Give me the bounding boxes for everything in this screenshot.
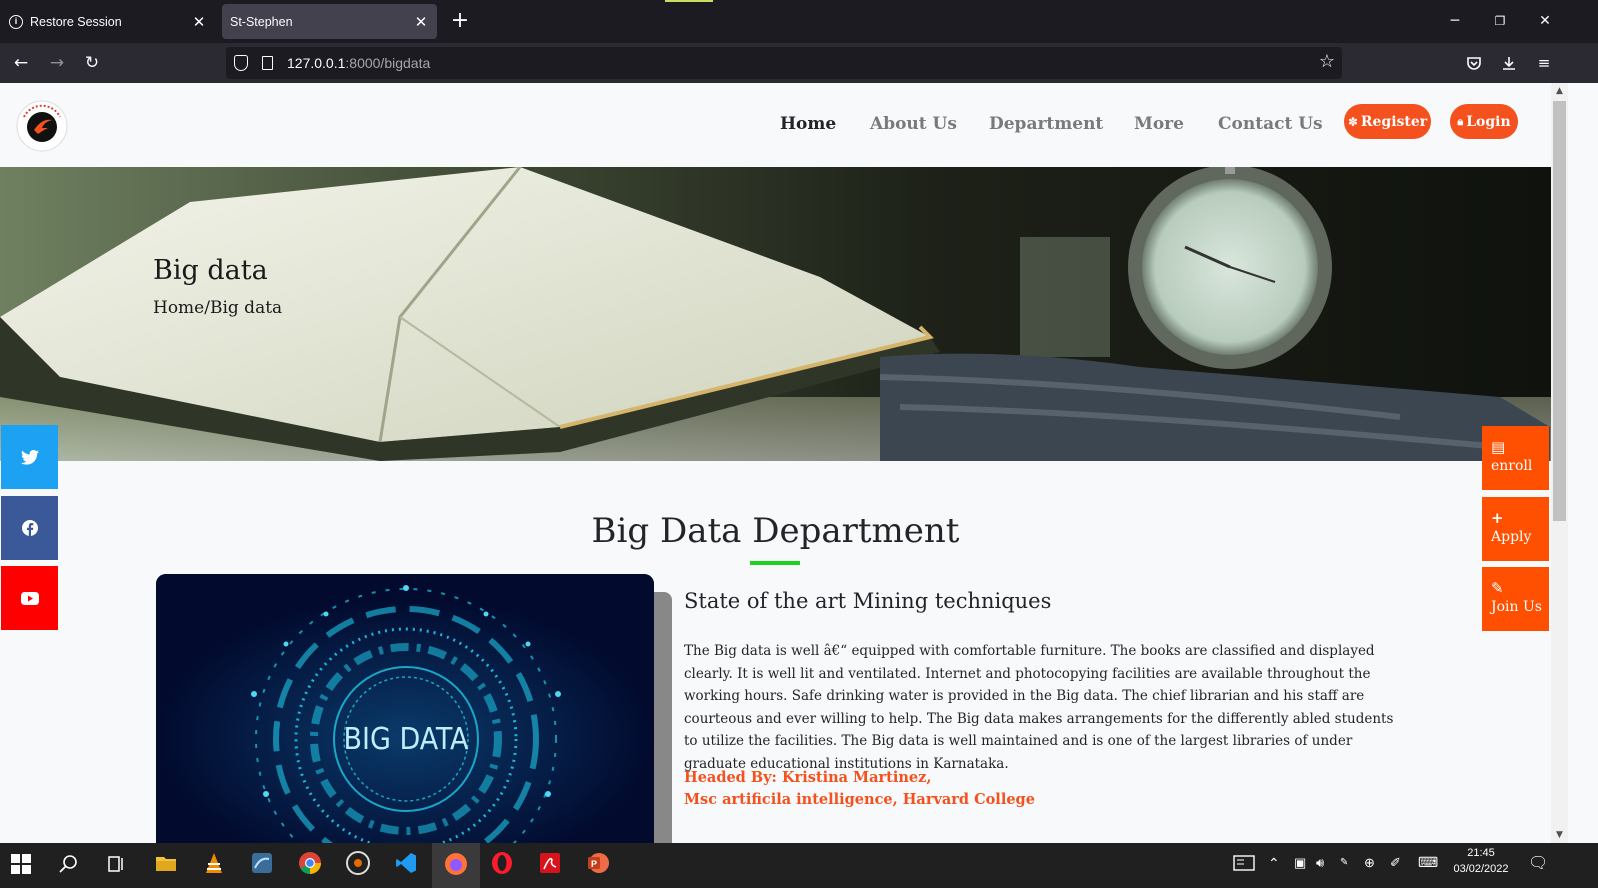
breadcrumb: Home/Big data <box>153 298 283 318</box>
pocket-icon[interactable] <box>1460 50 1488 76</box>
section-subtitle: State of the art Mining techniques <box>684 589 1052 613</box>
url-path: :8000/bigdata <box>345 55 431 71</box>
twitter-link[interactable] <box>1 425 58 489</box>
nav-contact-us[interactable]: Contact Us <box>1218 114 1323 134</box>
browser-nav-bar: ← → ↻ 127.0.0.1:8000/bigdata ☆ ≡ <box>0 43 1598 83</box>
task-view-icon[interactable] <box>106 854 126 874</box>
tab-st-stephen[interactable]: St-Stephen ✕ <box>222 4 437 39</box>
hero-title: Big data <box>153 255 268 286</box>
head-qualification: Msc artificila intelligence, Harvard Col… <box>684 791 1035 808</box>
clock-date[interactable]: 03/02/2022 <box>1452 863 1510 875</box>
pen-icon[interactable]: ✐ <box>1390 855 1401 871</box>
signature-icon: ✎ <box>1491 579 1504 597</box>
youtube-link[interactable] <box>1 566 58 630</box>
youtube-icon <box>20 591 39 605</box>
firefox-taskbar-slot[interactable] <box>432 843 480 888</box>
reload-icon[interactable]: ↻ <box>78 50 106 76</box>
search-icon[interactable] <box>58 854 78 874</box>
volume-icon[interactable]: 🔊︎ <box>1316 855 1324 871</box>
shield-icon[interactable] <box>234 55 248 71</box>
clock-time[interactable]: 21:45 <box>1452 847 1510 859</box>
big-data-image: BIG DATA <box>156 574 654 843</box>
page-scrollbar[interactable]: ▲ ▼ <box>1551 83 1568 843</box>
windows-start-icon[interactable] <box>11 854 31 874</box>
downloads-icon[interactable] <box>1495 50 1523 76</box>
tray-chevron-icon[interactable]: ⌃ <box>1268 855 1280 872</box>
close-window-icon[interactable]: ✕ <box>1530 8 1560 34</box>
register-button[interactable]: ✽ Register <box>1344 104 1431 139</box>
site-header: Home About Us Department More Contact Us… <box>0 83 1551 167</box>
login-label: Login <box>1466 113 1511 130</box>
notification-icon[interactable]: 🗨︎ <box>1528 853 1548 873</box>
join-us-button[interactable]: ✎ Join Us <box>1482 567 1549 631</box>
touch-keyboard-icon[interactable]: ⌨ <box>1418 854 1438 871</box>
site-logo[interactable] <box>16 100 68 152</box>
tab-restore-session[interactable]: i Restore Session ✕ <box>0 4 215 39</box>
chrome-icon[interactable] <box>298 851 322 875</box>
media-player-icon[interactable] <box>346 851 370 875</box>
close-tab-icon[interactable]: ✕ <box>409 13 433 31</box>
back-icon[interactable]: ← <box>7 50 35 76</box>
svg-text:P: P <box>591 859 597 869</box>
meet-now-icon[interactable]: ▣ <box>1294 855 1306 871</box>
tab-title: St-Stephen <box>230 14 293 29</box>
forward-icon[interactable]: → <box>43 50 71 76</box>
menu-icon[interactable]: ≡ <box>1530 50 1558 76</box>
close-tab-icon[interactable]: ✕ <box>187 13 211 31</box>
scrollbar-thumb[interactable] <box>1553 101 1566 521</box>
nav-home[interactable]: Home <box>780 114 836 134</box>
department-description: The Big data is well â€“ equipped with c… <box>684 643 1394 772</box>
powerpoint-icon[interactable]: P <box>586 851 610 875</box>
info-icon: i <box>9 14 23 29</box>
plus-icon: + <box>1491 509 1504 527</box>
lock-icon: 🔒︎ <box>1457 114 1464 128</box>
scroll-down-icon[interactable]: ▼ <box>1551 827 1568 843</box>
address-bar[interactable]: 127.0.0.1:8000/bigdata ☆ <box>226 47 1342 79</box>
title-underline <box>750 561 800 565</box>
windows-taskbar: P ⌃ ▣ 🔊︎ ✎ ⊕ ✐ ⌨ 21:45 03/02/2022 🗨︎ <box>0 843 1598 888</box>
nav-about-us[interactable]: About Us <box>870 114 957 134</box>
enroll-button[interactable]: ▤ enroll <box>1482 426 1549 490</box>
nav-department[interactable]: Department <box>989 114 1103 134</box>
firefox-icon <box>445 853 467 875</box>
url-host: 127.0.0.1 <box>287 55 346 71</box>
section-title: Big Data Department <box>591 511 960 551</box>
browser-tab-bar: i Restore Session ✕ St-Stephen ✕ + ─ ❐ ✕ <box>0 0 1598 43</box>
login-button[interactable]: 🔒︎ Login <box>1450 104 1518 139</box>
bookmark-star-icon[interactable]: ☆ <box>1319 51 1335 72</box>
nav-more[interactable]: More <box>1134 114 1184 134</box>
new-tab-button[interactable]: + <box>449 8 471 34</box>
register-label: Register <box>1360 113 1428 130</box>
facebook-icon <box>21 520 38 536</box>
restore-window-icon[interactable]: ❐ <box>1485 8 1515 34</box>
vscode-icon[interactable] <box>394 851 418 875</box>
hero-banner: Big data Home/Big data <box>0 167 1551 461</box>
facebook-link[interactable] <box>1 496 58 560</box>
page-icon <box>262 56 273 70</box>
mysql-workbench-icon[interactable] <box>250 851 274 875</box>
apply-button[interactable]: + Apply <box>1482 497 1549 561</box>
enroll-label: enroll <box>1491 458 1533 474</box>
keyboard-layout-icon[interactable]: ✎ <box>1340 857 1348 868</box>
twitter-icon <box>20 449 39 465</box>
network-icon[interactable]: ⊕ <box>1364 855 1375 871</box>
register-icon: ✽ <box>1347 114 1358 129</box>
minimize-icon[interactable]: ─ <box>1440 8 1470 34</box>
join-us-label: Join Us <box>1491 599 1542 615</box>
news-widget-icon[interactable] <box>1232 851 1256 875</box>
opera-icon[interactable] <box>490 851 514 875</box>
acrobat-icon[interactable] <box>538 851 562 875</box>
headed-by: Headed By: Kristina Martinez, <box>684 769 932 786</box>
media-indicator <box>665 0 713 2</box>
right-gutter <box>1568 83 1598 843</box>
image-caption: BIG DATA <box>344 722 469 757</box>
document-icon: ▤ <box>1491 438 1506 456</box>
apply-label: Apply <box>1491 529 1532 545</box>
vlc-icon[interactable] <box>202 851 226 875</box>
scroll-up-icon[interactable]: ▲ <box>1551 83 1568 99</box>
tab-title: Restore Session <box>30 14 122 29</box>
page-viewport: Home About Us Department More Contact Us… <box>0 83 1551 843</box>
file-explorer-icon[interactable] <box>154 851 178 875</box>
